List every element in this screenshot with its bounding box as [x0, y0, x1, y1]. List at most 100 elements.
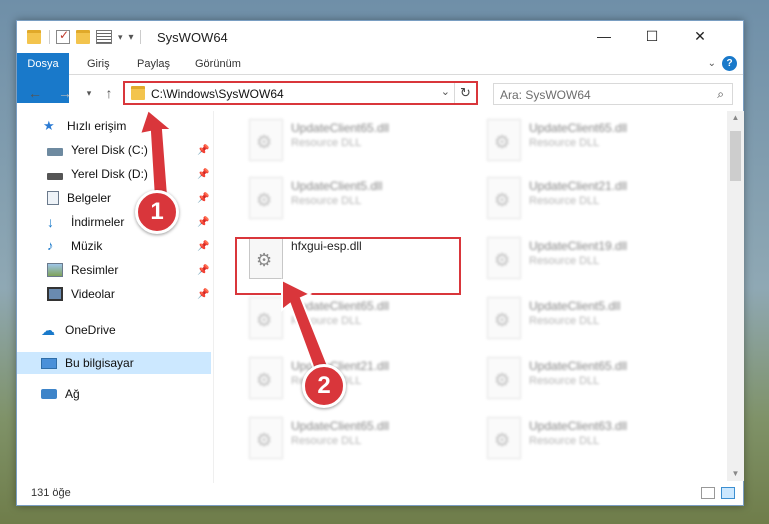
folder-icon	[27, 30, 41, 44]
file-name: UpdateClient19.dll	[529, 239, 628, 253]
tab-share[interactable]: Paylaş	[137, 53, 170, 75]
pin-icon[interactable]: 📌	[197, 145, 209, 156]
navigation-bar: ← → ▾ ↑ C:\Windows\SysWOW64 ⌄ ↻ Ara: Sys…	[17, 79, 743, 107]
expand-ribbon-icon[interactable]: ⌄	[708, 58, 716, 69]
dll-file-icon	[487, 237, 521, 279]
sidebar-item-music[interactable]: ♪ Müzik	[47, 235, 102, 257]
dll-file-icon	[249, 417, 283, 459]
sidebar-item-network[interactable]: Ağ	[41, 383, 80, 405]
up-arrow-icon[interactable]: ↑	[99, 83, 119, 103]
new-folder-icon[interactable]	[76, 30, 90, 44]
cloud-icon: ☁	[41, 322, 55, 338]
toolbar-divider	[139, 30, 141, 44]
sidebar-item-videos[interactable]: Videolar	[47, 283, 115, 305]
file-type: Resource DLL	[529, 315, 600, 327]
sidebar-item-pictures[interactable]: Resimler	[47, 259, 118, 281]
computer-icon	[41, 357, 57, 369]
step-badge-2: 2	[302, 364, 346, 408]
list-item[interactable]: UpdateClient5.dll Resource DLL	[241, 173, 461, 223]
list-item[interactable]: UpdateClient5.dll Resource DLL	[479, 293, 699, 343]
pane-divider	[213, 111, 214, 483]
dll-file-icon	[487, 357, 521, 399]
status-bar: 131 öğe	[17, 483, 743, 505]
toolbar-divider	[49, 30, 50, 44]
pin-icon[interactable]: 📌	[197, 241, 209, 252]
scroll-down-icon[interactable]: ▼	[727, 467, 744, 481]
sidebar-item-label: Müzik	[71, 239, 103, 253]
properties-check-icon[interactable]	[56, 28, 70, 44]
file-type: Resource DLL	[529, 195, 600, 207]
dll-file-icon	[249, 119, 283, 161]
sidebar-item-this-pc[interactable]: Bu bilgisayar	[17, 352, 211, 374]
sidebar-item-label: Ağ	[65, 387, 80, 401]
search-box[interactable]: Ara: SysWOW64 ⌕	[493, 83, 733, 105]
dll-file-icon	[487, 417, 521, 459]
list-item[interactable]: UpdateClient63.dll Resource DLL	[479, 413, 699, 463]
drive-icon	[47, 173, 63, 180]
recent-locations-icon[interactable]: ▾	[79, 83, 99, 103]
scroll-up-icon[interactable]: ▲	[727, 111, 744, 125]
vertical-scrollbar[interactable]: ▲ ▼	[727, 111, 744, 481]
pin-icon[interactable]: 📌	[197, 169, 209, 180]
documents-icon	[47, 191, 59, 205]
pin-icon[interactable]: 📌	[197, 289, 209, 300]
file-type: Resource DLL	[529, 435, 600, 447]
minimize-button[interactable]: —	[581, 21, 627, 51]
large-icons-view-icon[interactable]	[721, 487, 735, 499]
arrow-shape	[138, 108, 175, 200]
details-view-icon[interactable]	[701, 487, 715, 499]
file-type: Resource DLL	[291, 137, 362, 149]
step-badge-1: 1	[135, 190, 179, 234]
ribbon-tabs: Dosya Giriş Paylaş Görünüm ⌄ ?	[17, 53, 743, 103]
list-item[interactable]: UpdateClient65.dll Resource DLL	[479, 353, 699, 403]
list-item[interactable]: UpdateClient65.dll Resource DLL	[479, 115, 699, 165]
drive-icon	[47, 148, 63, 156]
back-arrow-icon[interactable]: ←	[25, 83, 45, 103]
pin-icon[interactable]: 📌	[197, 217, 209, 228]
properties-list-icon[interactable]	[96, 30, 112, 44]
item-count: 131 öğe	[31, 487, 71, 499]
sidebar-item-quick-access[interactable]: ★ Hızlı erişim	[43, 115, 126, 137]
file-name: UpdateClient5.dll	[529, 299, 621, 313]
list-item[interactable]: UpdateClient19.dll Resource DLL	[479, 233, 699, 283]
customize-toolbar-icon[interactable]: ▾	[129, 32, 134, 43]
star-icon: ★	[43, 118, 55, 133]
file-name: UpdateClient65.dll	[291, 121, 390, 135]
list-item[interactable]: UpdateClient65.dll Resource DLL	[241, 115, 461, 165]
address-path[interactable]: C:\Windows\SysWOW64	[151, 87, 284, 101]
dll-file-icon	[487, 119, 521, 161]
list-item[interactable]: UpdateClient65.dll Resource DLL	[241, 413, 461, 463]
chevron-down-icon[interactable]: ⌄	[441, 85, 450, 98]
tab-view[interactable]: Görünüm	[195, 53, 241, 75]
sidebar-item-documents[interactable]: Belgeler	[47, 187, 111, 209]
sidebar-item-onedrive[interactable]: ☁ OneDrive	[41, 319, 116, 341]
sidebar-item-downloads[interactable]: ↓ İndirmeler	[47, 211, 124, 233]
dll-file-icon	[249, 177, 283, 219]
sidebar-item-label: Resimler	[71, 263, 119, 277]
sidebar-item-label: Videolar	[71, 287, 115, 301]
chevron-down-icon[interactable]: ▾	[118, 32, 123, 43]
scroll-thumb[interactable]	[730, 131, 741, 181]
close-button[interactable]: ✕	[677, 21, 723, 51]
pin-icon[interactable]: 📌	[197, 265, 209, 276]
refresh-icon[interactable]: ↻	[454, 83, 476, 103]
forward-arrow-icon[interactable]: →	[55, 83, 75, 103]
title-bar: ▾ ▾ SysWOW64 — ☐ ✕	[17, 21, 743, 53]
dll-file-icon	[487, 177, 521, 219]
search-icon[interactable]: ⌕	[717, 87, 724, 102]
list-item[interactable]: UpdateClient21.dll Resource DLL	[479, 173, 699, 223]
file-name: UpdateClient65.dll	[291, 419, 390, 433]
download-icon: ↓	[47, 214, 54, 230]
pin-icon[interactable]: 📌	[197, 193, 209, 204]
file-name: UpdateClient5.dll	[291, 179, 383, 193]
file-name: UpdateClient63.dll	[529, 419, 628, 433]
video-icon	[47, 287, 63, 301]
tab-home[interactable]: Giriş	[87, 53, 110, 75]
quick-access-toolbar: ▾ ▾	[27, 28, 147, 45]
file-type: Resource DLL	[291, 435, 362, 447]
help-icon[interactable]: ?	[722, 56, 737, 71]
sidebar-item-label: Hızlı erişim	[67, 119, 127, 133]
sidebar-item-label: OneDrive	[65, 323, 116, 337]
file-type: Resource DLL	[529, 375, 600, 387]
maximize-button[interactable]: ☐	[629, 21, 675, 51]
